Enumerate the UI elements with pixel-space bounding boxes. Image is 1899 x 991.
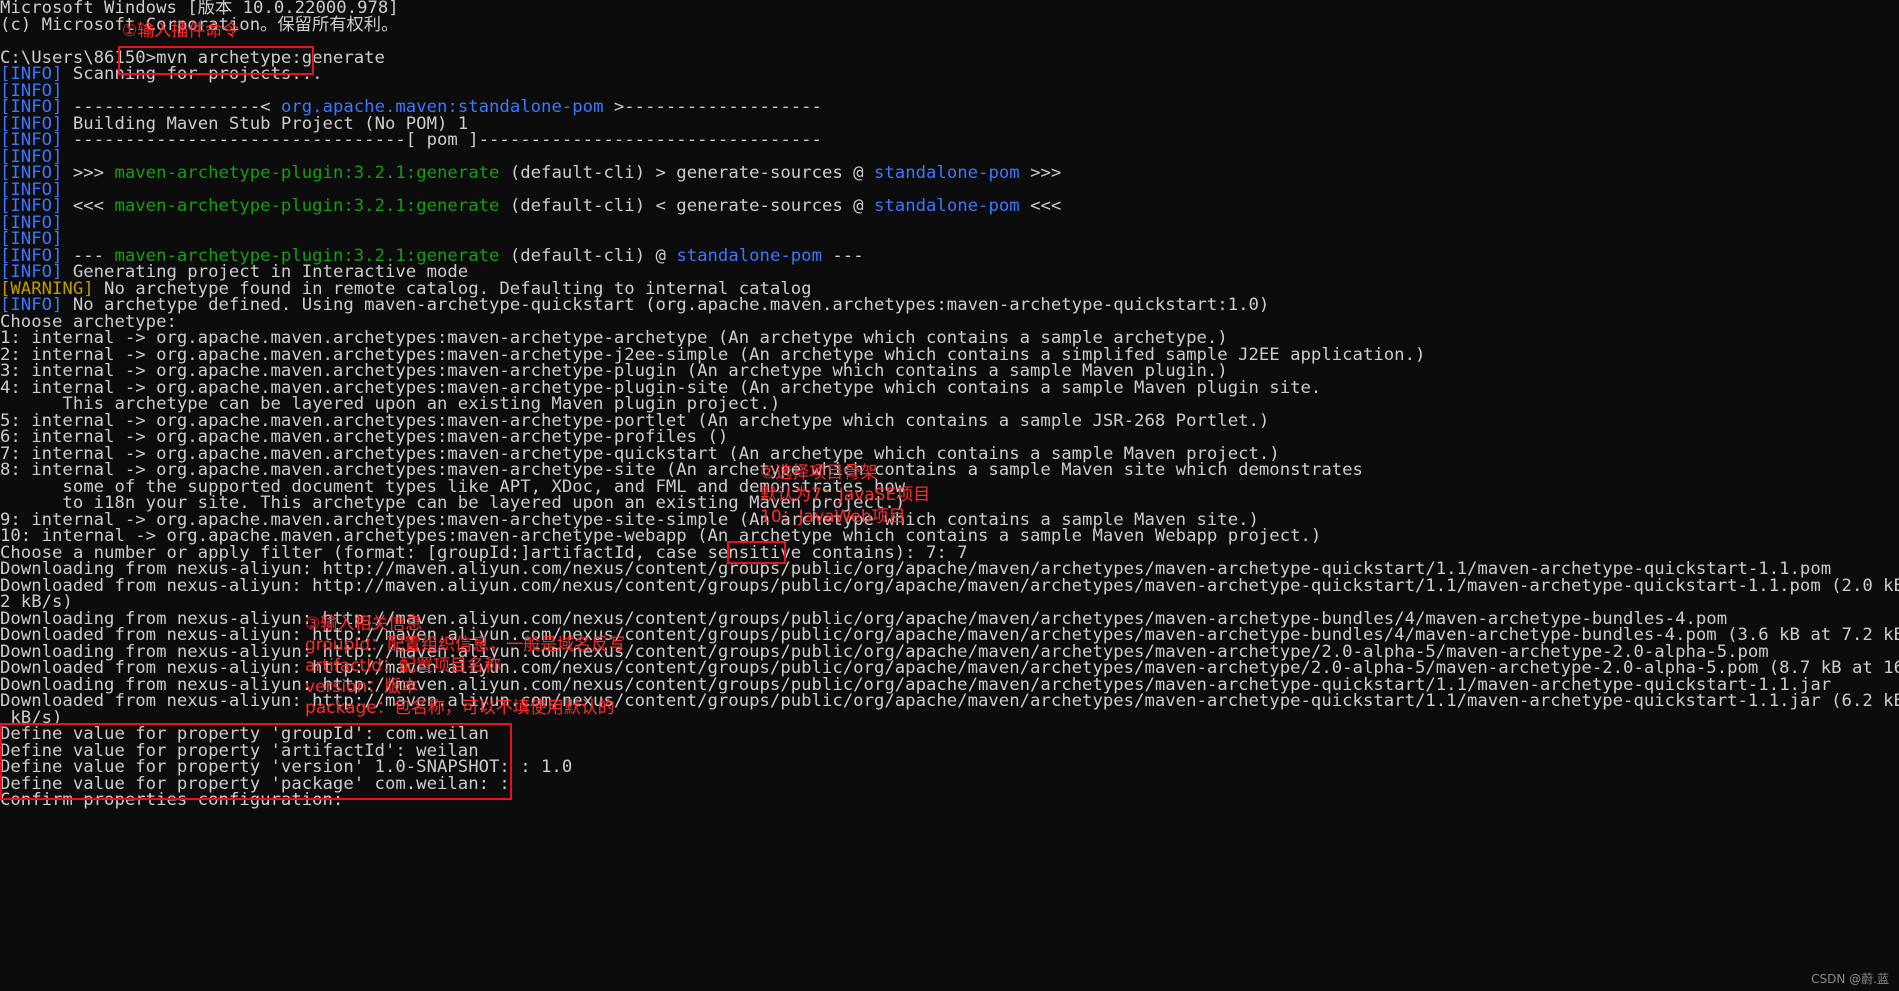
annotation-step3-title: ③输入相关信息 xyxy=(305,614,423,634)
terminal-line: Downloaded from nexus-aliyun: http://mav… xyxy=(0,691,1899,711)
terminal-line: [INFO] >>> maven-archetype-plugin:3.2.1:… xyxy=(0,163,1061,183)
terminal-line: [INFO] --------------------------------[… xyxy=(0,130,822,150)
terminal-text: <<< xyxy=(62,196,115,216)
terminal-text: >------------------- xyxy=(603,97,822,117)
csdn-watermark: CSDN @蔚.蓝 xyxy=(1811,972,1889,986)
annotation-step1: ①输入插件命令 xyxy=(122,21,240,41)
terminal-text: (default-cli) > generate-sources @ xyxy=(499,163,874,183)
terminal-text: (default-cli) @ xyxy=(499,245,677,266)
terminal-text: standalone-pom xyxy=(874,196,1020,216)
annotation-step3-version: version：版本 xyxy=(305,677,419,697)
terminal-line: [INFO] <<< maven-archetype-plugin:3.2.1:… xyxy=(0,196,1061,216)
terminal-text: --------------------------------[ pom ]-… xyxy=(62,130,822,150)
terminal-text: Downloaded from nexus-aliyun: http://mav… xyxy=(0,691,1899,711)
terminal-text: <<< xyxy=(1019,196,1062,216)
terminal-line: Downloaded from nexus-aliyun: http://mav… xyxy=(0,576,1899,596)
highlight-command-box xyxy=(118,46,314,75)
terminal-text: --- xyxy=(821,245,864,266)
annotation-step2-title: ②选择项目骨架 xyxy=(760,463,878,483)
annotation-step3-package: package：包名称，可以不填使用默认的 xyxy=(305,698,615,718)
terminal-text: standalone-pom xyxy=(874,163,1020,183)
terminal-text: No archetype defined. Using maven-archet… xyxy=(62,295,1270,315)
terminal-text: standalone-pom xyxy=(676,245,822,266)
annotation-step3-artifactid: artifactId：配置项目名称 xyxy=(305,656,502,676)
terminal-text: (default-cli) < generate-sources @ xyxy=(499,196,874,216)
terminal-output[interactable]: Microsoft Windows [版本 10.0.22000.978] (c)… xyxy=(0,0,1899,991)
terminal-text: >>> xyxy=(1019,163,1062,183)
terminal-line: [INFO] No archetype defined. Using maven… xyxy=(0,295,1269,315)
annotation-step2-line2: 10：JavaWeb项目 xyxy=(760,507,906,527)
annotation-step3-groupid: groupId：配置组织信息，一般是域名反写 xyxy=(305,635,626,655)
terminal-text: Downloaded from nexus-aliyun: http://mav… xyxy=(0,575,1899,596)
terminal-text: >>> xyxy=(62,163,115,183)
highlight-properties-box xyxy=(0,723,512,800)
annotation-step2-line1: 默认为7：JavaSE项目 xyxy=(760,485,931,505)
highlight-choice-box xyxy=(727,541,786,564)
terminal-text: maven-archetype-plugin:3.2.1:generate xyxy=(114,163,500,183)
terminal-text: maven-archetype-plugin:3.2.1:generate xyxy=(114,196,500,216)
